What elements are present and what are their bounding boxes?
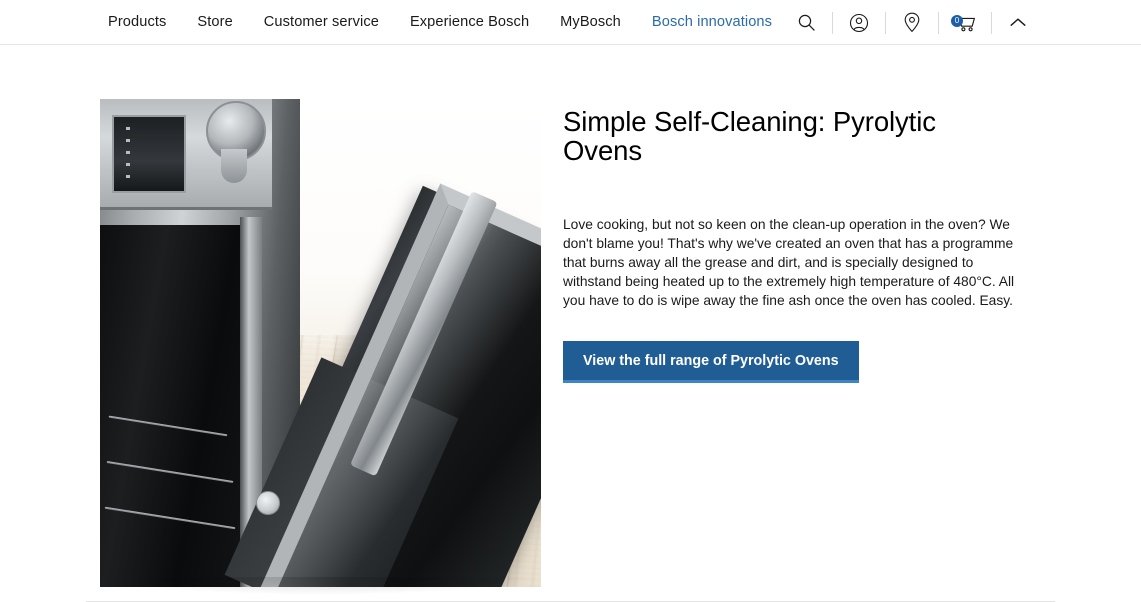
oven-shelf: [108, 415, 228, 437]
chevron-up-icon: [1009, 17, 1027, 29]
page-title: Simple Self-Cleaning: Pyrolytic Ovens: [563, 106, 936, 166]
nav-item-customer-service[interactable]: Customer service: [264, 15, 379, 30]
oven-display: [112, 115, 186, 193]
account-button[interactable]: [844, 8, 874, 38]
account-icon: [849, 13, 869, 33]
hero-text-column: Simple Self-Cleaning: Pyrolytic Ovens Lo…: [563, 106, 1018, 384]
tool-divider-3: [938, 11, 939, 34]
search-icon: [797, 13, 816, 32]
oven-cavity: [100, 225, 260, 587]
nav-item-bosch-innovations[interactable]: Bosch innovations: [652, 15, 772, 30]
oven-door-latch: [256, 491, 280, 515]
oven-photo: [100, 99, 541, 587]
hero-image: [100, 99, 541, 587]
site-header: Products Store Customer service Experien…: [0, 0, 1141, 45]
tool-divider-4: [991, 11, 992, 34]
header-tools: 0: [791, 0, 1033, 45]
search-button[interactable]: [791, 8, 821, 38]
tool-divider-2: [885, 11, 886, 34]
nav-item-store[interactable]: Store: [197, 15, 232, 30]
location-pin-icon: [903, 12, 921, 33]
collapse-header-button[interactable]: [1003, 8, 1033, 38]
nav-item-products[interactable]: Products: [108, 15, 166, 30]
location-button[interactable]: [897, 8, 927, 38]
oven-shelf: [104, 506, 236, 530]
tool-divider-1: [832, 11, 833, 34]
hero-body-text: Love cooking, but not so keen on the cle…: [563, 217, 1015, 309]
view-full-range-button[interactable]: View the full range of Pyrolytic Ovens: [563, 341, 859, 384]
cart-count-badge: 0: [951, 14, 963, 27]
nav-item-mybosch[interactable]: MyBosch: [560, 15, 621, 30]
hero-section: Simple Self-Cleaning: Pyrolytic Ovens Lo…: [0, 45, 1141, 602]
nav-item-experience-bosch[interactable]: Experience Bosch: [410, 15, 529, 30]
oven-shelf: [106, 461, 234, 483]
oven-knob-stem: [221, 149, 247, 183]
shopping-cart-button[interactable]: 0: [950, 8, 980, 38]
primary-navigation: Products Store Customer service Experien…: [108, 0, 772, 45]
